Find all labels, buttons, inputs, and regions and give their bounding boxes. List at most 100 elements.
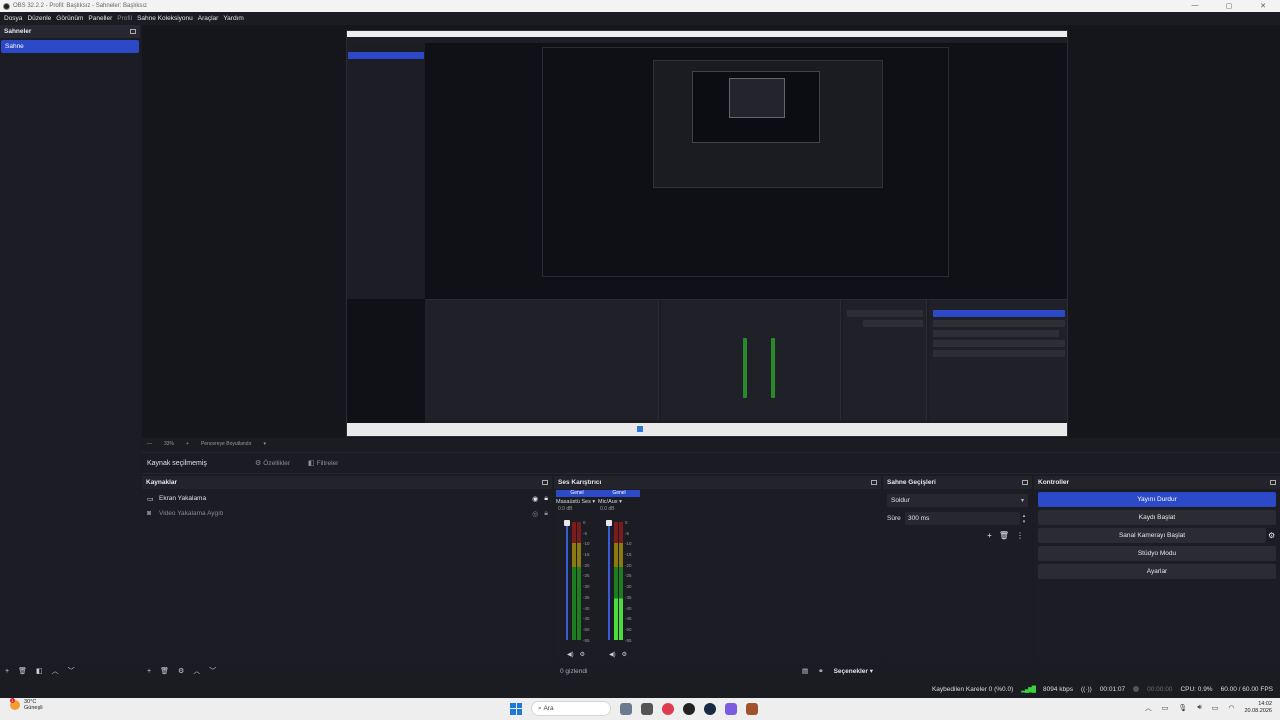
- layout-icon[interactable]: ▤: [802, 667, 808, 675]
- maximize-button[interactable]: ▢: [1212, 2, 1246, 10]
- fit-window-button[interactable]: Pencereye Boyutlandır: [201, 441, 252, 447]
- undock-icon[interactable]: [130, 29, 136, 34]
- wifi-icon[interactable]: ◠: [1228, 704, 1234, 712]
- sources-header: Kaynaklar: [142, 476, 552, 489]
- transition-selected: Soldur: [891, 497, 910, 504]
- studio-mode-button[interactable]: Stüdyo Modu: [1038, 546, 1276, 561]
- speaker-icon[interactable]: ◀): [567, 651, 574, 658]
- windows-start-icon[interactable]: [510, 702, 522, 715]
- channel-name[interactable]: Mic/Aux ▾: [598, 497, 640, 506]
- move-down-icon[interactable]: ﹀: [68, 666, 75, 676]
- network-icon[interactable]: ▭: [1162, 704, 1169, 712]
- move-up-icon[interactable]: ︿: [193, 666, 200, 676]
- obs-taskbar-icon[interactable]: [683, 702, 695, 715]
- move-down-icon[interactable]: ﹀: [209, 666, 216, 676]
- volume-slider[interactable]: [566, 522, 568, 640]
- undock-icon[interactable]: [1270, 480, 1276, 485]
- menu-edit[interactable]: Düzenle: [27, 15, 51, 22]
- transitions-header: Sahne Geçişleri: [883, 476, 1032, 489]
- nested-preview-inner2: [692, 71, 820, 143]
- undock-icon[interactable]: [1022, 480, 1028, 485]
- channel-name[interactable]: Masaüstü Ses ▾: [556, 497, 598, 506]
- channel-settings-icon[interactable]: ⚙: [622, 651, 627, 658]
- weather-desc: Güneşli: [24, 705, 43, 711]
- transitions-title: Sahne Geçişleri: [887, 479, 936, 486]
- sources-title: Kaynaklar: [146, 479, 178, 486]
- start-recording-button[interactable]: Kaydı Başlat: [1038, 510, 1276, 525]
- menu-help[interactable]: Yardım: [223, 15, 243, 22]
- menu-docks[interactable]: Paneller: [88, 15, 112, 22]
- source-item[interactable]: ◙ Video Yakalama Aygıtı ◎ 🔒︎: [142, 506, 552, 521]
- volume-knob[interactable]: [564, 520, 570, 526]
- menu-scene-collection[interactable]: Sahne Koleksiyonu: [137, 15, 193, 22]
- source-item[interactable]: ▭ Ekran Yakalama ◉ 🔒︎: [142, 491, 552, 506]
- volume-slider[interactable]: [608, 522, 610, 640]
- menu-tools[interactable]: Araçlar: [198, 15, 219, 22]
- speaker-icon[interactable]: ◀): [609, 651, 616, 658]
- menu-view[interactable]: Görünüm: [56, 15, 83, 22]
- eye-hidden-icon[interactable]: ◎: [532, 510, 538, 518]
- volume-knob[interactable]: [606, 520, 612, 526]
- add-icon[interactable]: +: [5, 668, 9, 675]
- tray-chevron-icon[interactable]: ︿: [1145, 703, 1152, 713]
- undock-icon[interactable]: [542, 480, 548, 485]
- controls-header: Kontroller: [1034, 476, 1280, 489]
- link-icon[interactable]: ⚭: [818, 667, 823, 675]
- filters-button[interactable]: ◧ Filtreler: [308, 459, 338, 468]
- close-button[interactable]: ✕: [1246, 2, 1280, 10]
- add-transition-icon[interactable]: +: [987, 531, 992, 540]
- more-options-icon[interactable]: ⋮: [1016, 531, 1024, 540]
- lock-icon[interactable]: 🔒︎: [544, 495, 548, 503]
- discord-icon[interactable]: [725, 702, 737, 715]
- clock[interactable]: 14:02 20.08.2026: [1244, 701, 1272, 715]
- scene-item[interactable]: Sahne: [1, 40, 139, 53]
- preview-area[interactable]: [142, 25, 1280, 438]
- app-icon[interactable]: [746, 702, 758, 715]
- minimize-button[interactable]: —: [1178, 2, 1212, 10]
- preview-canvas[interactable]: [346, 30, 1068, 437]
- properties-button[interactable]: ⚙ Özellikler: [255, 459, 290, 468]
- menu-file[interactable]: Dosya: [4, 15, 22, 22]
- terminal-icon[interactable]: [641, 702, 653, 715]
- channel-settings-icon[interactable]: ⚙: [580, 651, 585, 658]
- volume-icon[interactable]: 🔊︎: [1197, 704, 1201, 712]
- signal-bars-icon: ▂▄▆█: [1021, 686, 1036, 693]
- transition-select[interactable]: Soldur ▾: [887, 494, 1028, 507]
- undock-icon[interactable]: [871, 480, 877, 485]
- zoom-dropdown[interactable]: ▾: [264, 441, 267, 447]
- move-up-icon[interactable]: ︿: [52, 666, 59, 676]
- duration-stepper[interactable]: ▴ ▾: [1020, 513, 1028, 525]
- lock-icon[interactable]: 🔒︎: [544, 510, 548, 518]
- level-meter: [577, 522, 581, 640]
- microphone-icon[interactable]: 🎙︎: [1178, 704, 1187, 712]
- steam-icon[interactable]: [704, 702, 716, 715]
- system-tray: ︿ ▭ 🎙︎ 🔊︎ ▭ ◠ 14:02 20.08.2026: [1145, 701, 1272, 715]
- gear-icon[interactable]: ⚙: [1268, 531, 1280, 540]
- filter-icon[interactable]: ◧: [36, 667, 43, 675]
- stop-stream-button[interactable]: Yayını Durdur: [1038, 492, 1276, 507]
- duration-input[interactable]: 300 ms: [905, 512, 1020, 525]
- weather-widget[interactable]: 1 30°C Güneşli: [10, 698, 43, 711]
- taskbar-search[interactable]: ⌕ Ara: [531, 701, 611, 716]
- options-button[interactable]: Seçenekler ▾: [834, 667, 873, 675]
- scenes-dock: Sahneler Sahne: [0, 25, 140, 665]
- chevron-down-icon: ▾: [1020, 498, 1024, 504]
- start-virtualcam-button[interactable]: Sanal Kamerayı Başlat: [1038, 528, 1266, 543]
- record-icon: [1133, 686, 1140, 692]
- remove-transition-icon[interactable]: 🗑︎: [999, 531, 1009, 540]
- virtualcam-row: Sanal Kamerayı Başlat ⚙: [1034, 525, 1280, 543]
- trash-icon[interactable]: 🗑︎: [18, 667, 27, 675]
- add-icon[interactable]: +: [147, 668, 151, 675]
- gear-icon[interactable]: ⚙: [178, 667, 184, 675]
- opera-icon[interactable]: [662, 702, 674, 715]
- controls-dock: Kontroller Yayını Durdur Kaydı Başlat Sa…: [1034, 476, 1280, 663]
- level-meter: [614, 522, 618, 640]
- trash-icon[interactable]: 🗑︎: [160, 667, 169, 675]
- zoom-in-button[interactable]: +: [186, 441, 189, 447]
- battery-icon[interactable]: ▭: [1212, 704, 1219, 712]
- menu-profile[interactable]: Profil: [117, 15, 132, 22]
- zoom-out-button[interactable]: —: [147, 441, 152, 447]
- eye-icon[interactable]: ◉: [532, 495, 538, 503]
- settings-button[interactable]: Ayarlar: [1038, 564, 1276, 579]
- task-view-icon[interactable]: [620, 702, 632, 715]
